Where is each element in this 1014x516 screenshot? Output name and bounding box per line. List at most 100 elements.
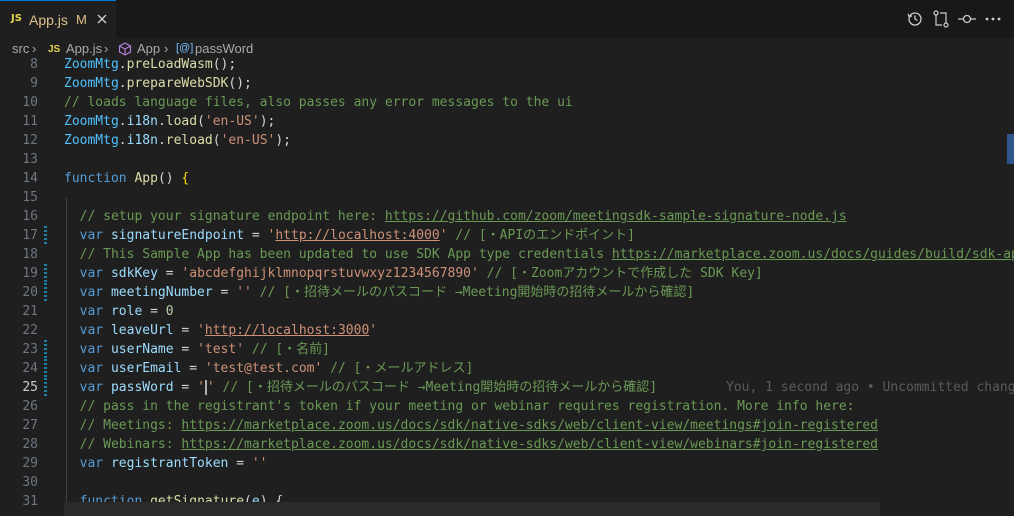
code-line[interactable]: 24 var userEmail = 'test@test.com' // [・…: [0, 359, 1014, 378]
code-token: ': [197, 380, 205, 395]
code-token: registrantToken: [110, 456, 229, 471]
code-token: '': [236, 285, 252, 300]
symbol-variable-icon: [@]: [176, 42, 194, 54]
line-number: 22: [22, 323, 38, 338]
code-comment: // Webinars:: [79, 437, 182, 452]
code-token: prepareWebSDK: [126, 76, 229, 91]
code-token: =: [212, 285, 237, 300]
modified-line-marker[interactable]: [44, 378, 47, 397]
code-line[interactable]: 27 // Meetings: https://marketplace.zoom…: [0, 416, 1014, 435]
code-line[interactable]: 30: [0, 473, 1014, 492]
line-code: ZoomMtg.i18n.reload('en-US');: [64, 131, 291, 150]
code-token: i18n: [126, 114, 158, 129]
line-code: // pass in the registrant's token if you…: [64, 397, 855, 416]
code-token: var: [79, 304, 104, 319]
line-number: 26: [22, 399, 38, 414]
code-line[interactable]: 29 var registrantToken = '': [0, 454, 1014, 473]
code-token: var: [79, 285, 104, 300]
code-token: {: [181, 171, 190, 186]
code-token: =: [228, 456, 252, 471]
tab-filename: App.js: [29, 12, 68, 28]
code-line[interactable]: 28 // Webinars: https://marketplace.zoom…: [0, 435, 1014, 454]
breadcrumb-file[interactable]: App.js: [66, 41, 102, 56]
code-line[interactable]: 26 // pass in the registrant's token if …: [0, 397, 1014, 416]
code-token: =: [181, 361, 205, 376]
code-token: meetingNumber: [110, 285, 213, 300]
tab-app-js[interactable]: JS App.js M: [0, 0, 116, 38]
code-token: =: [244, 228, 268, 243]
code-line[interactable]: 16 // setup your signature endpoint here…: [0, 207, 1014, 226]
history-icon[interactable]: [904, 8, 926, 30]
code-line[interactable]: 10 // loads language files, also passes a…: [0, 93, 1014, 112]
line-number: 9: [30, 76, 38, 91]
code-token: =: [173, 323, 198, 338]
line-number: 24: [22, 361, 38, 376]
code-line[interactable]: 19 var sdkKey = 'abcdefghijklmnopqrstuvw…: [0, 264, 1014, 283]
close-icon[interactable]: [94, 11, 110, 27]
horizontal-scrollbar[interactable]: [64, 502, 880, 516]
code-link: https://marketplace.zoom.us/docs/guides/…: [611, 247, 1014, 262]
code-comment: // [・名前]: [244, 342, 331, 357]
code-link: https://github.com/zoom/meetingsdk-sampl…: [384, 209, 847, 224]
code-token: ZoomMtg: [64, 114, 119, 129]
code-token: .: [118, 114, 127, 129]
code-line[interactable]: 12 ZoomMtg.i18n.reload('en-US');: [0, 131, 1014, 150]
modified-line-marker[interactable]: [44, 359, 47, 378]
modified-line-marker[interactable]: [44, 340, 47, 359]
code-token: '': [251, 456, 268, 471]
code-line[interactable]: 9 ZoomMtg.prepareWebSDK();: [0, 74, 1014, 93]
code-line[interactable]: 22 var leaveUrl = 'http://localhost:3000…: [0, 321, 1014, 340]
code-line[interactable]: 14 function App() {: [0, 169, 1014, 188]
line-code: var registrantToken = '': [64, 454, 268, 473]
code-link: http://localhost:3000: [204, 323, 370, 338]
code-line[interactable]: 13: [0, 150, 1014, 169]
code-token: 0: [165, 304, 174, 319]
code-token: =: [173, 380, 198, 395]
code-comment: // [・メールアドレス]: [322, 361, 474, 376]
line-code: var role = 0: [64, 302, 174, 321]
code-token: var: [79, 380, 104, 395]
code-token: userEmail: [110, 361, 182, 376]
line-code: // Webinars: https://marketplace.zoom.us…: [64, 435, 878, 454]
code-token: .: [157, 133, 166, 148]
breadcrumb-symbol-password[interactable]: passWord: [195, 41, 253, 56]
code-token: .: [118, 76, 127, 91]
code-comment: // [・招待メールのパスコード →Meeting開始時の招待メールから確認]: [251, 285, 695, 300]
modified-line-marker[interactable]: [44, 264, 47, 283]
more-icon[interactable]: [982, 8, 1004, 30]
line-code: // loads language files, also passes any…: [64, 93, 573, 112]
compare-changes-icon[interactable]: [930, 8, 952, 30]
line-number: 13: [22, 152, 38, 167]
scrollbar-marker[interactable]: [1007, 134, 1014, 164]
code-token: );: [259, 114, 276, 129]
code-line[interactable]: 20 var meetingNumber = '' // [・招待メールのパスコ…: [0, 283, 1014, 302]
code-editor[interactable]: 8 ZoomMtg.preLoadWasm(); 9 ZoomMtg.prepareW…: [0, 56, 1014, 516]
line-number: 25: [22, 380, 38, 395]
code-line[interactable]: 11 ZoomMtg.i18n.load('en-US');: [0, 112, 1014, 131]
modified-line-marker[interactable]: [44, 226, 47, 245]
line-number: 20: [22, 285, 38, 300]
code-line[interactable]: 18 // This Sample App has been updated t…: [0, 245, 1014, 264]
code-line[interactable]: 17 var signatureEndpoint = 'http://local…: [0, 226, 1014, 245]
code-token: var: [79, 361, 104, 376]
code-token: ();: [212, 57, 237, 72]
javascript-file-icon: JS: [48, 44, 61, 55]
line-code: var leaveUrl = 'http://localhost:3000': [64, 321, 377, 340]
breadcrumb-folder[interactable]: src: [12, 41, 29, 56]
line-code: // This Sample App has been updated to u…: [64, 245, 1014, 264]
code-token: ': [369, 323, 378, 338]
code-line[interactable]: 25 var passWord = ' ' // [・招待メールのパスコード →M…: [0, 378, 1014, 397]
modified-indicator: M: [76, 12, 87, 27]
modified-line-marker[interactable]: [44, 283, 47, 302]
code-line[interactable]: 21 var role = 0: [0, 302, 1014, 321]
breadcrumb-symbol-app[interactable]: App: [137, 41, 160, 56]
code-token: role: [110, 304, 143, 319]
code-line[interactable]: 23 var userName = 'test' // [・名前]: [0, 340, 1014, 359]
code-link: http://localhost:4000: [275, 228, 440, 243]
code-line[interactable]: 15: [0, 188, 1014, 207]
line-number: 31: [22, 494, 38, 509]
code-line[interactable]: 8 ZoomMtg.preLoadWasm();: [0, 56, 1014, 74]
chevron-right-icon: ›: [32, 41, 37, 56]
line-number: 8: [30, 57, 38, 72]
git-commit-icon[interactable]: [956, 8, 978, 30]
